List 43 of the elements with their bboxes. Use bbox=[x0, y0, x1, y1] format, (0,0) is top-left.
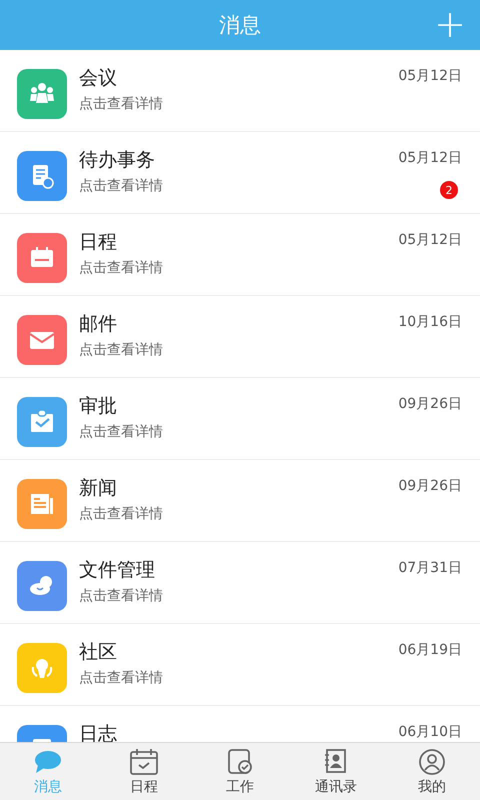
page-title: 消息 bbox=[219, 12, 261, 39]
message-row[interactable]: 新闻 点击查看详情 09月26日 bbox=[0, 460, 480, 542]
message-date: 05月12日 bbox=[398, 67, 462, 85]
message-date: 09月26日 bbox=[398, 395, 462, 413]
message-subtitle: 点击查看详情 bbox=[79, 259, 163, 277]
message-subtitle: 点击查看详情 bbox=[79, 505, 163, 523]
message-subtitle: 点击查看详情 bbox=[79, 177, 163, 195]
message-date: 06月10日 bbox=[398, 723, 462, 741]
message-date: 05月12日 bbox=[398, 149, 462, 167]
message-title: 日程 bbox=[79, 230, 117, 255]
message-title: 审批 bbox=[79, 394, 117, 419]
task-check-icon bbox=[225, 748, 255, 776]
calendar-icon bbox=[129, 748, 159, 776]
message-title: 新闻 bbox=[79, 476, 117, 501]
message-title: 会议 bbox=[79, 66, 117, 91]
tab[interactable]: 通讯录 bbox=[288, 743, 384, 800]
message-row[interactable]: 文件管理 点击查看详情 07月31日 bbox=[0, 542, 480, 624]
message-row[interactable]: 日程 点击查看详情 05月12日 bbox=[0, 214, 480, 296]
message-subtitle: 点击查看详情 bbox=[79, 95, 163, 113]
message-date: 09月26日 bbox=[398, 477, 462, 495]
profile-icon bbox=[417, 748, 447, 776]
message-date: 07月31日 bbox=[398, 559, 462, 577]
message-row[interactable]: 审批 点击查看详情 09月26日 bbox=[0, 378, 480, 460]
message-row[interactable]: 待办事务 点击查看详情 05月12日 2 bbox=[0, 132, 480, 214]
message-subtitle: 点击查看详情 bbox=[79, 587, 163, 605]
message-date: 06月19日 bbox=[398, 641, 462, 659]
tab[interactable]: 我的 bbox=[384, 743, 480, 800]
message-subtitle: 点击查看详情 bbox=[79, 423, 163, 441]
message-row[interactable]: 邮件 点击查看详情 10月16日 bbox=[0, 296, 480, 378]
message-title: 待办事务 bbox=[79, 148, 155, 173]
message-date: 05月12日 bbox=[398, 231, 462, 249]
message-row[interactable]: 会议 点击查看详情 05月12日 bbox=[0, 50, 480, 132]
message-date: 10月16日 bbox=[398, 313, 462, 331]
unread-count: 2 bbox=[440, 181, 458, 199]
message-title: 邮件 bbox=[79, 312, 117, 337]
message-subtitle: 点击查看详情 bbox=[79, 341, 163, 359]
tab[interactable]: 日程 bbox=[96, 743, 192, 800]
chat-bubble-icon bbox=[33, 748, 63, 776]
message-subtitle: 点击查看详情 bbox=[79, 669, 163, 687]
message-title: 社区 bbox=[79, 640, 117, 665]
message-title: 文件管理 bbox=[79, 558, 155, 583]
message-row[interactable]: 社区 点击查看详情 06月19日 bbox=[0, 624, 480, 706]
tab[interactable]: 工作 bbox=[192, 743, 288, 800]
